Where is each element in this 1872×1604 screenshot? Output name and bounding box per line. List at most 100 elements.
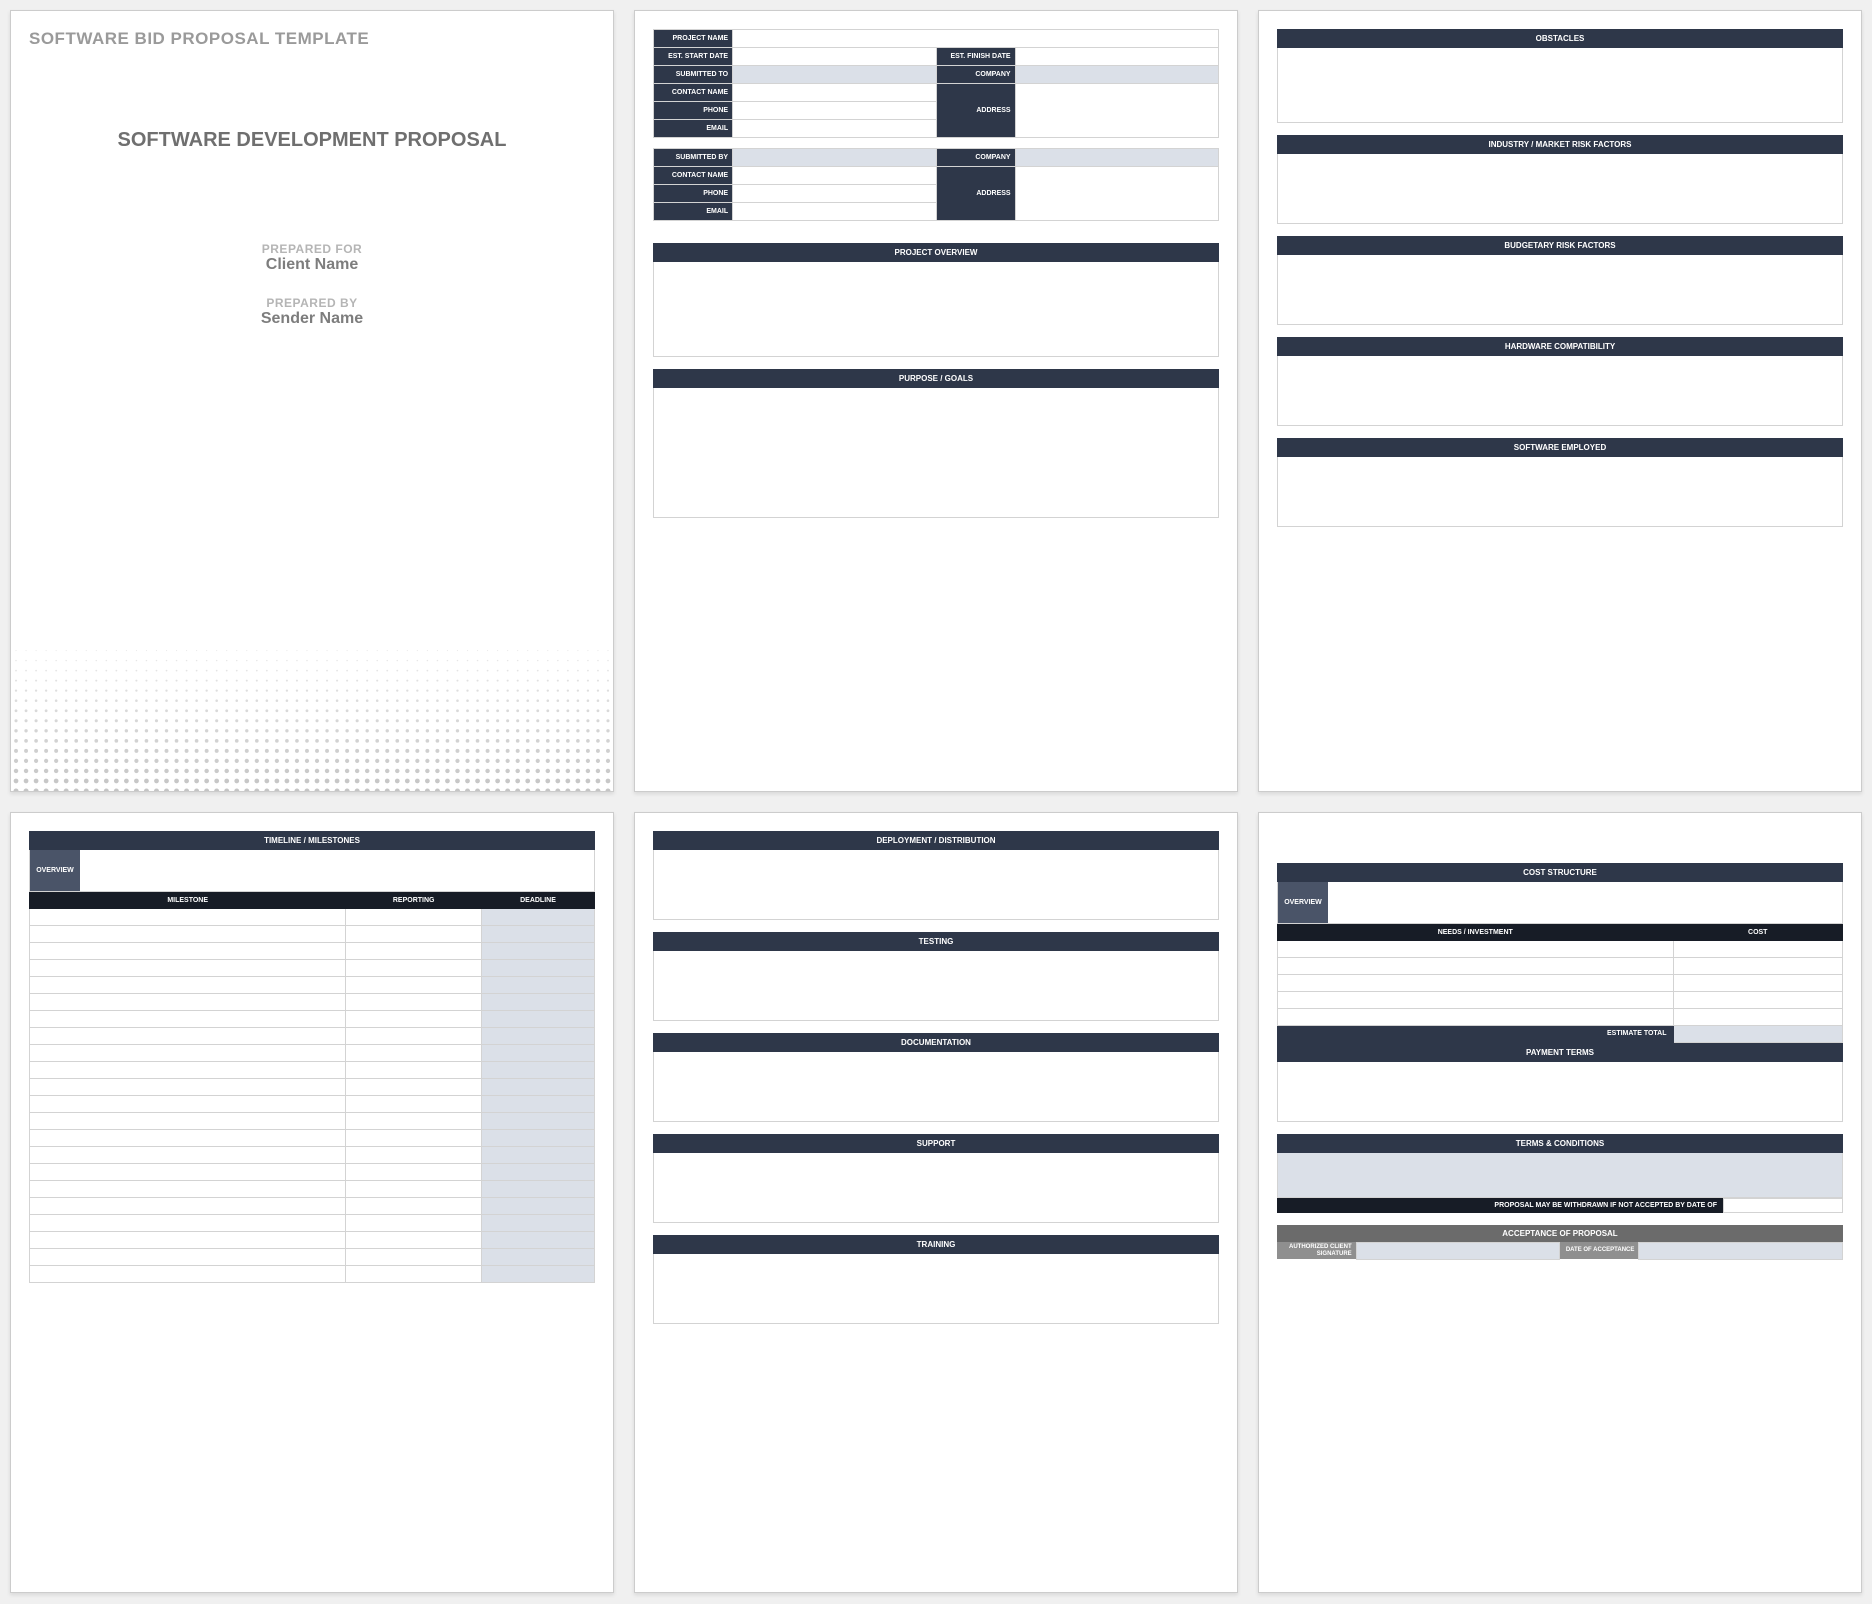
cell-reporting[interactable] xyxy=(346,1078,482,1095)
cell-deadline[interactable] xyxy=(481,1095,594,1112)
cell-reporting[interactable] xyxy=(346,1265,482,1282)
box-hardware[interactable] xyxy=(1277,356,1843,426)
cell-reporting[interactable] xyxy=(346,1112,482,1129)
input-est-start[interactable] xyxy=(733,48,936,66)
cell-cost[interactable] xyxy=(1673,957,1843,974)
cell-cost[interactable] xyxy=(1673,940,1843,957)
cell-milestone[interactable] xyxy=(30,993,346,1010)
cell-reporting[interactable] xyxy=(346,976,482,993)
input-submitted-to[interactable] xyxy=(733,66,936,84)
box-industry-risk[interactable] xyxy=(1277,154,1843,224)
cell-deadline[interactable] xyxy=(481,1146,594,1163)
cell-deadline[interactable] xyxy=(481,942,594,959)
cell-deadline[interactable] xyxy=(481,976,594,993)
cell-deadline[interactable] xyxy=(481,1248,594,1265)
cell-reporting[interactable] xyxy=(346,1010,482,1027)
cell-deadline[interactable] xyxy=(481,1044,594,1061)
cell-reporting[interactable] xyxy=(346,1044,482,1061)
cell-cost[interactable] xyxy=(1673,1008,1843,1025)
cost-overview-content[interactable] xyxy=(1328,882,1842,923)
cell-needs[interactable] xyxy=(1278,957,1674,974)
cell-reporting[interactable] xyxy=(346,1095,482,1112)
cell-milestone[interactable] xyxy=(30,1197,346,1214)
cell-reporting[interactable] xyxy=(346,1129,482,1146)
box-software[interactable] xyxy=(1277,457,1843,527)
cell-reporting[interactable] xyxy=(346,1214,482,1231)
input-phone[interactable] xyxy=(733,102,936,120)
cell-deadline[interactable] xyxy=(481,1112,594,1129)
input-phone-2[interactable] xyxy=(733,185,936,203)
input-company-2[interactable] xyxy=(1015,149,1218,167)
cell-milestone[interactable] xyxy=(30,1027,346,1044)
cell-milestone[interactable] xyxy=(30,1061,346,1078)
cell-deadline[interactable] xyxy=(481,993,594,1010)
cell-deadline[interactable] xyxy=(481,908,594,925)
cell-milestone[interactable] xyxy=(30,1163,346,1180)
cell-milestone[interactable] xyxy=(30,908,346,925)
cell-deadline[interactable] xyxy=(481,1180,594,1197)
cell-milestone[interactable] xyxy=(30,976,346,993)
cell-cost[interactable] xyxy=(1673,974,1843,991)
input-email[interactable] xyxy=(733,120,936,138)
box-project-overview[interactable] xyxy=(653,262,1219,357)
input-acceptance-date[interactable] xyxy=(1639,1242,1843,1259)
cell-deadline[interactable] xyxy=(481,1265,594,1282)
box-purpose[interactable] xyxy=(653,388,1219,518)
input-address-2[interactable] xyxy=(1015,167,1218,221)
cell-reporting[interactable] xyxy=(346,993,482,1010)
cell-milestone[interactable] xyxy=(30,942,346,959)
cell-reporting[interactable] xyxy=(346,1248,482,1265)
cell-deadline[interactable] xyxy=(481,959,594,976)
cell-milestone[interactable] xyxy=(30,1265,346,1282)
cell-reporting[interactable] xyxy=(346,925,482,942)
cell-deadline[interactable] xyxy=(481,925,594,942)
box-support[interactable] xyxy=(653,1153,1219,1223)
cell-milestone[interactable] xyxy=(30,1231,346,1248)
cell-milestone[interactable] xyxy=(30,1214,346,1231)
box-testing[interactable] xyxy=(653,951,1219,1021)
cell-reporting[interactable] xyxy=(346,908,482,925)
cell-milestone[interactable] xyxy=(30,1044,346,1061)
input-project-name[interactable] xyxy=(733,30,1219,48)
cell-reporting[interactable] xyxy=(346,942,482,959)
cell-needs[interactable] xyxy=(1278,974,1674,991)
cell-needs[interactable] xyxy=(1278,940,1674,957)
value-estimate-total[interactable] xyxy=(1673,1025,1843,1042)
input-address[interactable] xyxy=(1015,84,1218,138)
cell-milestone[interactable] xyxy=(30,1129,346,1146)
cell-deadline[interactable] xyxy=(481,1061,594,1078)
cell-reporting[interactable] xyxy=(346,1197,482,1214)
cell-deadline[interactable] xyxy=(481,1010,594,1027)
input-client-signature[interactable] xyxy=(1356,1242,1560,1259)
box-obstacles[interactable] xyxy=(1277,48,1843,123)
input-company[interactable] xyxy=(1015,66,1218,84)
input-withdraw-date[interactable] xyxy=(1723,1198,1843,1213)
cell-deadline[interactable] xyxy=(481,1197,594,1214)
box-terms-conditions[interactable] xyxy=(1277,1153,1843,1198)
cell-needs[interactable] xyxy=(1278,991,1674,1008)
cell-deadline[interactable] xyxy=(481,1231,594,1248)
cell-deadline[interactable] xyxy=(481,1214,594,1231)
box-deployment[interactable] xyxy=(653,850,1219,920)
input-contact-name[interactable] xyxy=(733,84,936,102)
cell-milestone[interactable] xyxy=(30,1010,346,1027)
box-training[interactable] xyxy=(653,1254,1219,1324)
cell-reporting[interactable] xyxy=(346,1163,482,1180)
cell-milestone[interactable] xyxy=(30,925,346,942)
input-email-2[interactable] xyxy=(733,203,936,221)
cell-reporting[interactable] xyxy=(346,959,482,976)
cell-milestone[interactable] xyxy=(30,1112,346,1129)
cell-reporting[interactable] xyxy=(346,1231,482,1248)
cell-deadline[interactable] xyxy=(481,1163,594,1180)
input-contact-name-2[interactable] xyxy=(733,167,936,185)
cell-deadline[interactable] xyxy=(481,1078,594,1095)
cell-reporting[interactable] xyxy=(346,1180,482,1197)
cell-milestone[interactable] xyxy=(30,1078,346,1095)
cell-milestone[interactable] xyxy=(30,1180,346,1197)
cell-milestone[interactable] xyxy=(30,959,346,976)
box-documentation[interactable] xyxy=(653,1052,1219,1122)
cell-milestone[interactable] xyxy=(30,1146,346,1163)
box-budget-risk[interactable] xyxy=(1277,255,1843,325)
box-payment-terms[interactable] xyxy=(1277,1062,1843,1122)
timeline-overview-content[interactable] xyxy=(80,850,594,891)
